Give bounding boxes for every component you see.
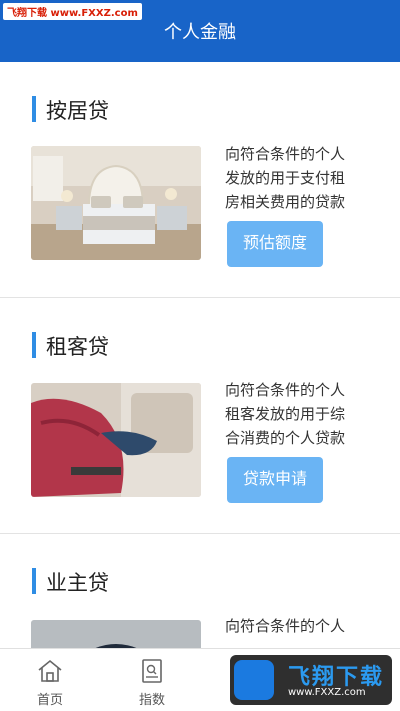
section-title: 业主贷 [46, 571, 109, 595]
section-accent-bar [32, 568, 36, 594]
bedroom-photo [31, 146, 201, 260]
description-line: 房相关费用的贷款 [225, 193, 346, 211]
loan-apply-button[interactable]: 贷款申请 [227, 457, 323, 503]
home-icon [38, 659, 62, 682]
description-line: 合消费的个人贷款 [225, 429, 346, 447]
description-line: 向符合条件的个人 [225, 381, 346, 399]
description-line: 向符合条件的个人 [225, 617, 346, 635]
product-description: 向符合条件的个人 租客发放的用于综 合消费的个人贷款 [225, 378, 375, 450]
product-card-yezhudai: 业主贷 向符合条件的个人 [0, 534, 400, 648]
watermark-url: www.FXXZ.com [288, 687, 366, 698]
product-description: 向符合条件的个人 [225, 614, 375, 638]
tab-label: 首页 [36, 693, 63, 708]
product-description: 向符合条件的个人 发放的用于支付租 房相关费用的贷款 [225, 142, 375, 214]
section-title: 按居贷 [46, 99, 109, 123]
section-title: 租客贷 [46, 335, 109, 359]
section-accent-bar [32, 96, 36, 122]
watermark-logo-icon [234, 660, 274, 700]
app-header: 个人金融 飞翔下载 www.FXXZ.com [0, 0, 400, 62]
product-card-zukedai: 租客贷 向符合条件的个人 租客发放的用于综 合消费的个人贷款 贷款申请 [0, 298, 400, 534]
description-line: 向符合条件的个人 [225, 145, 346, 163]
tab-label: 指数 [138, 693, 165, 708]
watermark-text: 飞翔下载 www.FXXZ.com [3, 3, 142, 20]
product-list[interactable]: 按居贷 向符合条件的个人 发放的用于支付租 房相关费用的贷款 预估额度 租客贷 … [0, 62, 400, 648]
tab-index[interactable]: 指数 [102, 649, 202, 711]
travel-bag-photo [31, 383, 201, 497]
estimate-limit-button[interactable]: 预估额度 [227, 221, 323, 267]
tab-home[interactable]: 首页 [0, 649, 100, 711]
product-card-anjudai: 按居贷 向符合条件的个人 发放的用于支付租 房相关费用的贷款 预估额度 [0, 62, 400, 298]
businessman-photo [31, 620, 201, 648]
index-icon [142, 659, 162, 683]
watermark-logo: 飞翔下载 www.FXXZ.com [230, 655, 392, 705]
description-line: 租客发放的用于综 [225, 405, 346, 423]
section-accent-bar [32, 332, 36, 358]
description-line: 发放的用于支付租 [225, 169, 346, 187]
